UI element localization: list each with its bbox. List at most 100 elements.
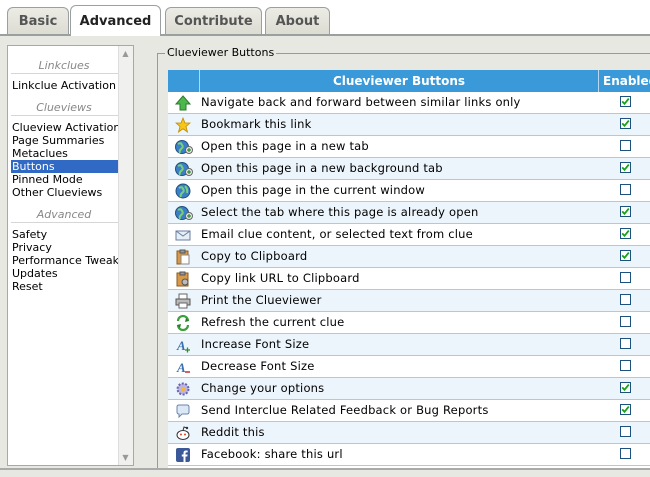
svg-text:A: A <box>176 338 186 353</box>
table-row[interactable]: Email clue content, or selected text fro… <box>168 224 650 246</box>
refresh-icon <box>175 314 192 332</box>
header-icon-column <box>168 70 200 92</box>
reddit-icon <box>175 425 192 441</box>
enabled-checkbox[interactable] <box>620 448 631 459</box>
tab-contribute[interactable]: Contribute <box>165 7 262 34</box>
row-label: Decrease Font Size <box>201 359 315 373</box>
sidebar: Linkclues Linkclue Activation Clueviews … <box>7 45 134 466</box>
sidebar-item-safety[interactable]: Safety <box>11 228 120 241</box>
star-icon <box>174 116 192 133</box>
sidebar-scrollbar[interactable]: ▲ ▼ <box>118 46 133 465</box>
row-label: Reddit this <box>201 425 265 439</box>
enabled-checkbox[interactable] <box>620 206 631 217</box>
row-label: Select the tab where this page is alread… <box>201 205 479 219</box>
enabled-checkbox[interactable] <box>620 250 631 261</box>
scroll-down-icon[interactable]: ▼ <box>121 453 130 462</box>
font-decrease-icon: A <box>175 359 192 375</box>
row-label: Open this page in a new tab <box>201 139 369 153</box>
row-label: Open this page in the current window <box>201 183 426 197</box>
table-row[interactable]: Navigate back and forward between simila… <box>168 92 650 114</box>
table-row[interactable]: A Increase Font Size <box>168 334 650 356</box>
tab-basic[interactable]: Basic <box>7 7 69 34</box>
green-up-arrow-icon <box>174 95 192 111</box>
row-label: Change your options <box>201 381 325 395</box>
table-row[interactable]: Open this page in the current window <box>168 180 650 202</box>
row-label: Copy to Clipboard <box>201 249 308 263</box>
table-row[interactable]: Copy link URL to Clipboard <box>168 268 650 290</box>
table-row[interactable]: Bookmark this link <box>168 114 650 136</box>
enabled-checkbox[interactable] <box>620 316 631 327</box>
row-label: Refresh the current clue <box>201 315 345 329</box>
tab-advanced[interactable]: Advanced <box>70 5 161 36</box>
sidebar-heading-advanced: Advanced <box>36 208 92 221</box>
sidebar-separator <box>11 115 119 116</box>
row-label: Facebook: share this url <box>201 447 343 461</box>
enabled-checkbox[interactable] <box>620 96 631 107</box>
header-enabled[interactable]: Enabled <box>598 70 650 92</box>
table-row[interactable]: Copy to Clipboard <box>168 246 650 268</box>
enabled-checkbox[interactable] <box>620 404 631 415</box>
sidebar-item-reset[interactable]: Reset <box>11 280 120 293</box>
font-increase-icon: A <box>175 337 192 353</box>
row-label: Email clue content, or selected text fro… <box>201 227 473 241</box>
table-row[interactable]: Reddit this <box>168 422 650 444</box>
sidebar-item-linkclue-activation[interactable]: Linkclue Activation <box>11 79 120 92</box>
table-row[interactable]: Facebook: share this url <box>168 444 650 466</box>
enabled-checkbox[interactable] <box>620 228 631 239</box>
enabled-checkbox[interactable] <box>620 426 631 437</box>
sidebar-item-page-summaries[interactable]: Page Summaries <box>11 134 120 147</box>
row-label: Navigate back and forward between simila… <box>201 95 521 109</box>
envelope-icon <box>175 227 192 243</box>
globe-add-icon <box>175 161 193 177</box>
tab-about[interactable]: About <box>265 7 330 34</box>
gear-icon <box>175 381 192 397</box>
svg-text:A: A <box>176 360 186 375</box>
table-row[interactable]: Send Interclue Related Feedback or Bug R… <box>168 400 650 422</box>
sidebar-item-updates[interactable]: Updates <box>11 267 120 280</box>
buttons-table: Clueviewer Buttons Enabled Navigate back… <box>168 70 650 468</box>
clipboard-link-icon <box>175 271 192 287</box>
sidebar-heading-linkclues: Linkclues <box>38 59 90 72</box>
sidebar-separator <box>11 222 119 223</box>
group-title: Clueviewer Buttons <box>165 46 277 59</box>
enabled-checkbox[interactable] <box>620 162 631 173</box>
sidebar-item-performance-tweaks[interactable]: Performance Tweaks <box>11 254 125 267</box>
sidebar-separator <box>11 73 119 74</box>
enabled-checkbox[interactable] <box>620 184 631 195</box>
sidebar-item-pinned-mode[interactable]: Pinned Mode <box>11 173 120 186</box>
row-label: Increase Font Size <box>201 337 310 351</box>
table-row[interactable]: Refresh the current clue <box>168 312 650 334</box>
header-name[interactable]: Clueviewer Buttons <box>200 70 598 92</box>
speech-bubble-icon <box>175 403 192 419</box>
row-label: Send Interclue Related Feedback or Bug R… <box>201 403 489 417</box>
sidebar-item-metaclues[interactable]: Metaclues <box>11 147 120 160</box>
enabled-checkbox[interactable] <box>620 338 631 349</box>
sidebar-item-clueview-activation[interactable]: Clueview Activation <box>11 121 120 134</box>
table-row[interactable]: Select the tab where this page is alread… <box>168 202 650 224</box>
table-row[interactable]: Open this page in a new background tab <box>168 158 650 180</box>
globe-add-icon <box>175 205 193 221</box>
clipboard-icon <box>175 249 192 265</box>
enabled-checkbox[interactable] <box>620 118 631 129</box>
sidebar-item-privacy[interactable]: Privacy <box>11 241 120 254</box>
row-label: Print the Clueviewer <box>201 293 322 307</box>
enabled-checkbox[interactable] <box>620 294 631 305</box>
content-bottom-border <box>0 468 650 470</box>
enabled-checkbox[interactable] <box>620 140 631 151</box>
row-label: Copy link URL to Clipboard <box>201 271 360 285</box>
row-label: Bookmark this link <box>201 117 312 131</box>
table-row[interactable]: Open this page in a new tab <box>168 136 650 158</box>
enabled-checkbox[interactable] <box>620 360 631 371</box>
globe-add-icon <box>175 139 193 155</box>
scroll-up-icon[interactable]: ▲ <box>121 49 130 58</box>
table-row[interactable]: Change your options <box>168 378 650 400</box>
enabled-checkbox[interactable] <box>620 272 631 283</box>
buttons-group: Clueviewer Buttons Clueviewer Buttons En… <box>157 45 650 469</box>
table-row[interactable]: A Decrease Font Size <box>168 356 650 378</box>
printer-icon <box>175 293 192 309</box>
table-row[interactable]: Print the Clueviewer <box>168 290 650 312</box>
sidebar-item-other-clueviews[interactable]: Other Clueviews <box>11 186 120 199</box>
enabled-checkbox[interactable] <box>620 382 631 393</box>
sidebar-item-buttons[interactable]: Buttons <box>11 160 120 173</box>
table-header: Clueviewer Buttons Enabled <box>168 70 650 92</box>
